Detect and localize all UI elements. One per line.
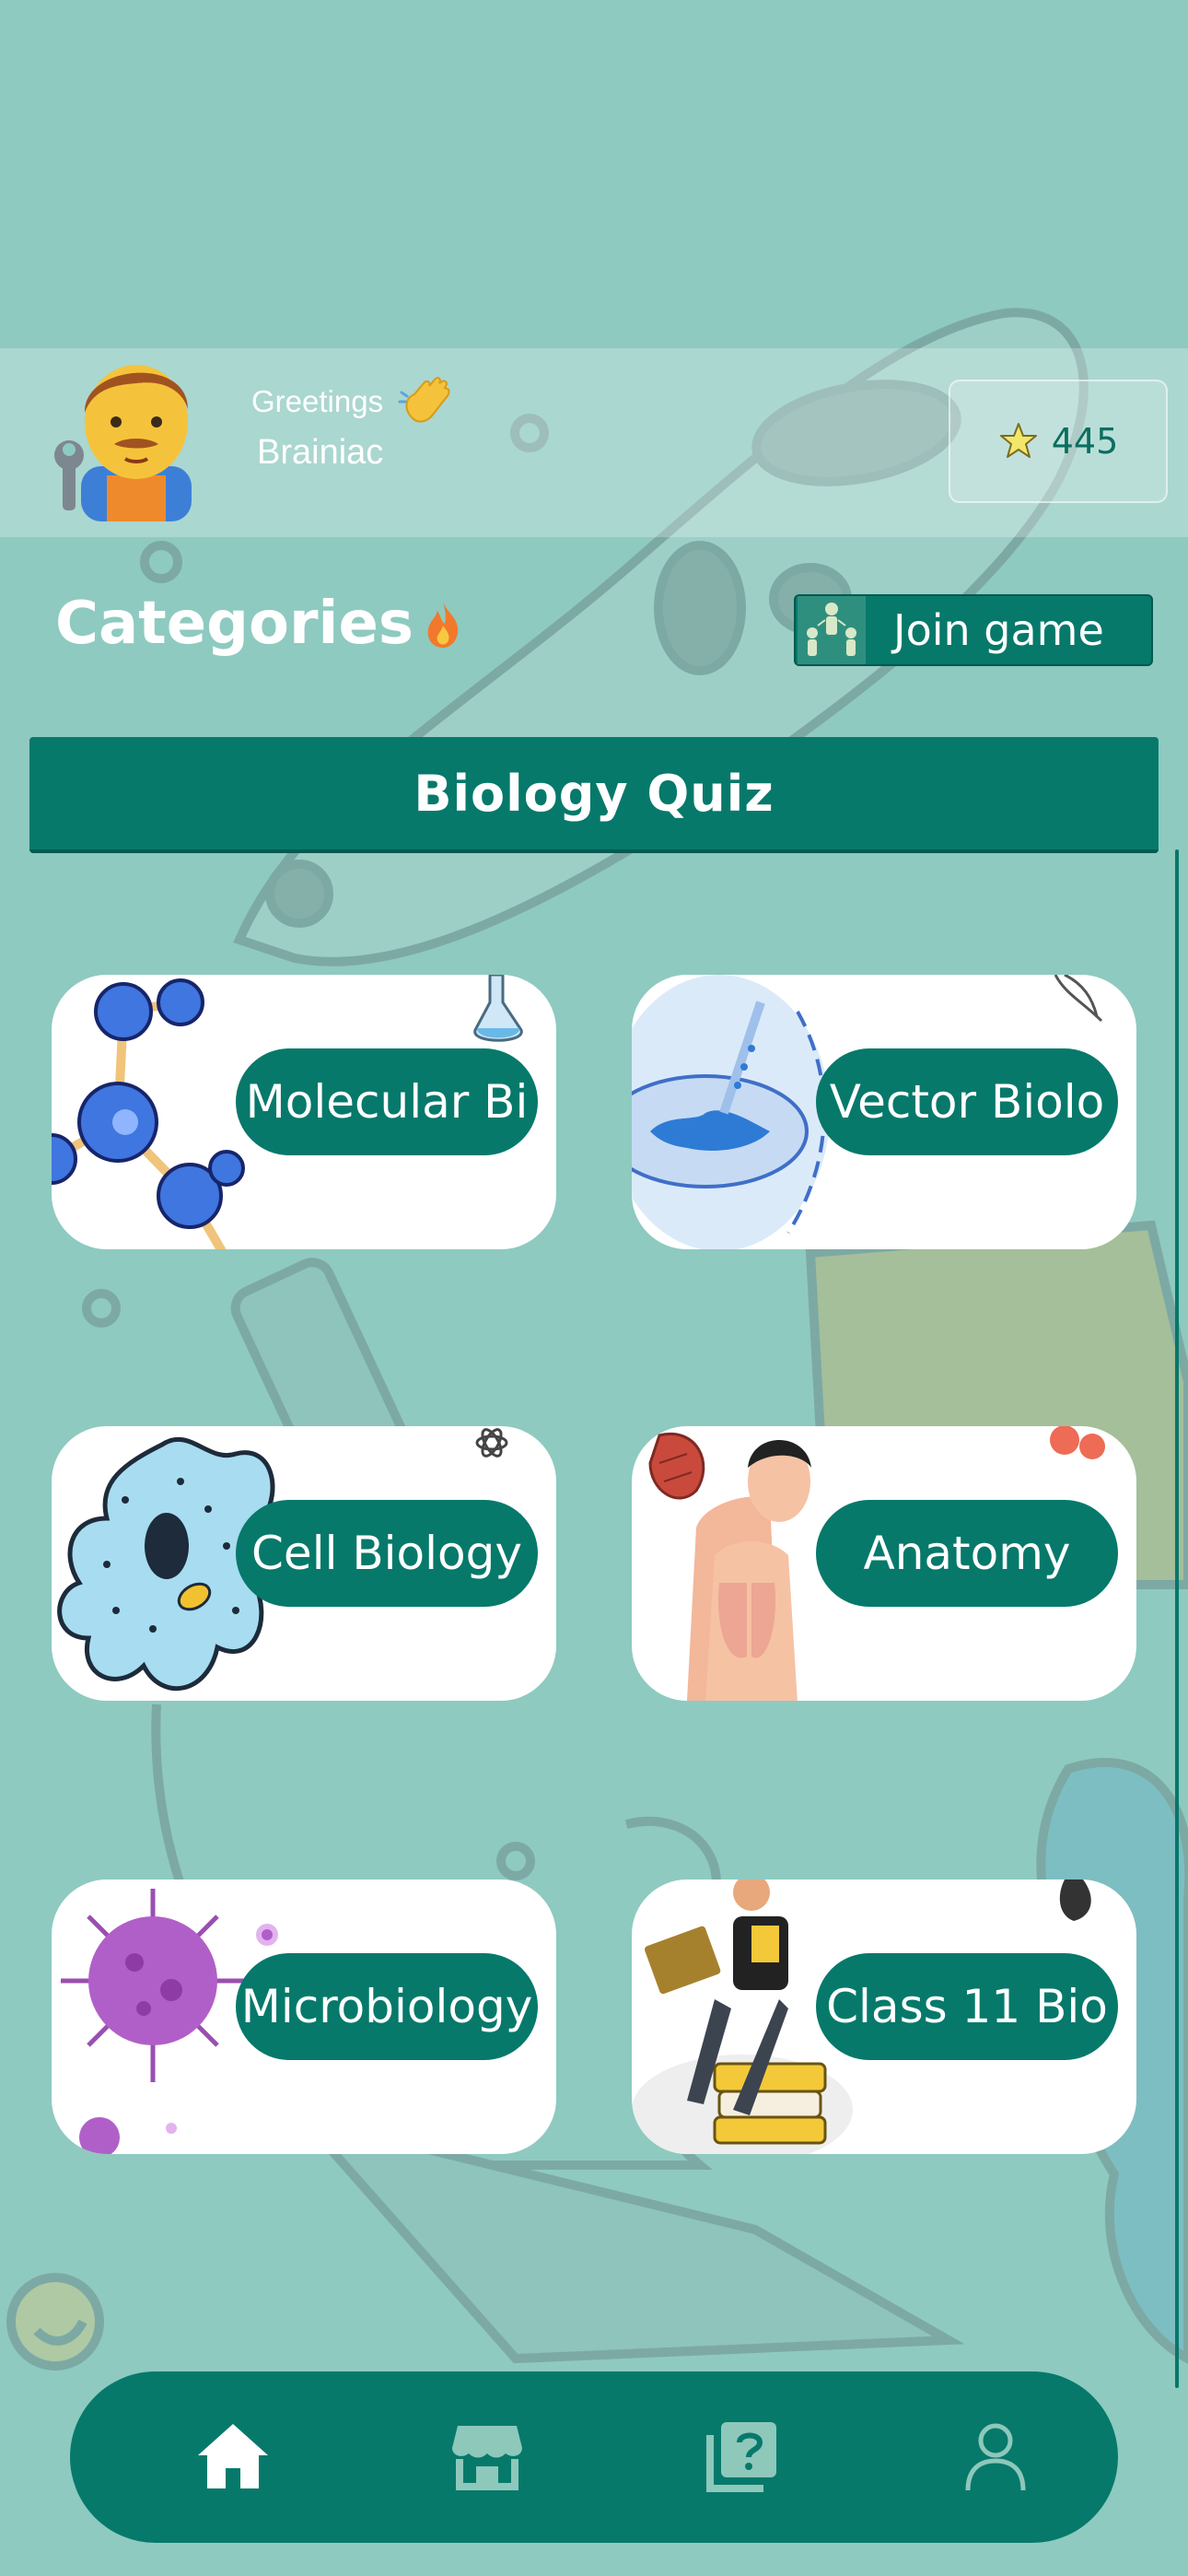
username: Brainiac [257,433,384,472]
category-label: Class 11 Bio [826,1980,1108,2033]
category-label: Cell Biology [251,1527,522,1580]
category-label: Microbiology [240,1980,533,2033]
profile-icon [965,2423,1026,2491]
quiz-icon [706,2422,776,2492]
category-card-cell-biology[interactable]: Cell Biology [52,1426,556,1701]
greeting-text: Greetings [251,384,384,418]
score-badge: 445 [949,380,1168,503]
waving-hand-icon [398,377,450,423]
category-label-pill: Class 11 Bio [816,1953,1118,2060]
nav-quiz[interactable] [691,2405,792,2506]
nav-store[interactable] [437,2405,538,2506]
category-label-pill: Molecular Bi [236,1048,538,1155]
category-label-pill: Vector Biolo [816,1048,1118,1155]
categories-title: Categories [55,590,413,658]
join-game-label: Join game [893,605,1104,655]
quiz-banner: Biology Quiz [29,737,1159,853]
categories-heading: Categories [55,590,465,658]
category-card-anatomy[interactable]: Anatomy [632,1426,1136,1701]
bottom-navigation [70,2371,1118,2543]
category-label-pill: Microbiology [236,1953,538,2060]
fire-icon [427,602,459,648]
category-label-pill: Cell Biology [236,1500,538,1607]
players-icon [798,596,866,664]
avatar [54,365,192,521]
category-label: Vector Biolo [829,1075,1105,1129]
store-icon [452,2426,522,2490]
category-card-microbiology[interactable]: Microbiology [52,1879,556,2154]
star-icon [999,423,1037,458]
nav-home[interactable] [182,2405,284,2506]
category-label: Molecular Bi [245,1075,529,1129]
category-label: Anatomy [863,1527,1071,1580]
quiz-title: Biology Quiz [413,764,775,823]
nav-profile[interactable] [945,2405,1046,2506]
category-card-class-11-biology[interactable]: Class 11 Bio [632,1879,1136,2154]
category-card-vector-biology[interactable]: Vector Biolo [632,975,1136,1249]
category-label-pill: Anatomy [816,1500,1118,1607]
greeting-row: Greetings [251,372,455,431]
category-card-molecular-biology[interactable]: Molecular Bi [52,975,556,1249]
score-value: 445 [1051,421,1119,462]
join-game-button[interactable]: Join game [794,594,1153,666]
home-icon [198,2424,268,2488]
scrollbar[interactable] [1175,849,1179,2388]
